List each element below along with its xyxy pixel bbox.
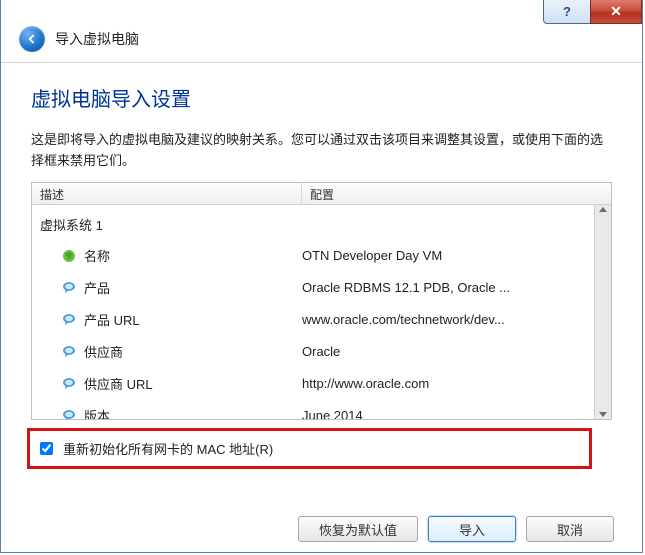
row-label: 产品 URL: [84, 310, 302, 329]
table-row[interactable]: 名称 OTN Developer Day VM: [32, 240, 611, 272]
name-icon: [60, 247, 78, 265]
back-button[interactable]: [19, 26, 45, 52]
table-row[interactable]: 供应商 Oracle: [32, 336, 611, 368]
arrow-left-icon: [25, 32, 39, 46]
table-row[interactable]: 供应商 URL http://www.oracle.com: [32, 368, 611, 400]
reinit-mac-area: 重新初始化所有网卡的 MAC 地址(R): [27, 428, 592, 469]
scroll-up-icon: [599, 207, 607, 212]
row-value: Oracle: [302, 344, 603, 359]
page-description: 这是即将导入的虚拟电脑及建议的映射关系。您可以通过双击该项目来调整其设置，或使用…: [31, 130, 612, 172]
row-value: http://www.oracle.com: [302, 376, 603, 391]
row-label: 版本: [84, 406, 302, 420]
table-row[interactable]: 产品 URL www.oracle.com/technetwork/dev...: [32, 304, 611, 336]
speech-icon: [60, 375, 78, 393]
table-row[interactable]: 产品 Oracle RDBMS 12.1 PDB, Oracle ...: [32, 272, 611, 304]
reset-defaults-button[interactable]: 恢复为默认值: [298, 516, 418, 542]
cancel-button[interactable]: 取消: [526, 516, 614, 542]
row-value: OTN Developer Day VM: [302, 248, 603, 263]
row-value: Oracle RDBMS 12.1 PDB, Oracle ...: [302, 280, 603, 295]
column-header-config[interactable]: 配置: [302, 183, 611, 204]
row-label: 供应商: [84, 342, 302, 361]
row-value: June 2014: [302, 408, 603, 420]
row-value: www.oracle.com/technetwork/dev...: [302, 312, 603, 327]
row-label: 名称: [84, 246, 302, 265]
dialog-window: ? ✕ 导入虚拟电脑 虚拟电脑导入设置 这是即将导入的虚拟电脑及建议的映射关系。…: [0, 0, 643, 553]
reinit-mac-checkbox[interactable]: [40, 442, 53, 455]
reinit-mac-label: 重新初始化所有网卡的 MAC 地址(R): [63, 439, 273, 458]
speech-icon: [60, 311, 78, 329]
settings-table: 描述 配置 虚拟系统 1 名称 OTN Developer Day VM: [31, 182, 612, 420]
row-label: 供应商 URL: [84, 374, 302, 393]
table-row[interactable]: 版本 June 2014: [32, 400, 611, 420]
close-button[interactable]: ✕: [590, 0, 642, 24]
table-body: 虚拟系统 1 名称 OTN Developer Day VM: [32, 205, 611, 420]
table-header: 描述 配置: [32, 183, 611, 205]
column-header-desc[interactable]: 描述: [32, 183, 302, 204]
import-button[interactable]: 导入: [428, 516, 516, 542]
page-title: 虚拟电脑导入设置: [31, 83, 612, 112]
speech-icon: [60, 343, 78, 361]
speech-icon: [60, 407, 78, 420]
help-button[interactable]: ?: [543, 0, 591, 24]
scroll-down-icon: [599, 412, 607, 417]
content: 虚拟电脑导入设置 这是即将导入的虚拟电脑及建议的映射关系。您可以通过双击该项目来…: [1, 63, 642, 469]
titlebar-controls: ? ✕: [544, 0, 642, 24]
header-title: 导入虚拟电脑: [55, 29, 139, 49]
scrollbar[interactable]: [594, 205, 611, 419]
group-header[interactable]: 虚拟系统 1: [32, 209, 611, 240]
row-label: 产品: [84, 278, 302, 297]
speech-icon: [60, 279, 78, 297]
footer: 恢复为默认值 导入 取消: [298, 516, 614, 542]
